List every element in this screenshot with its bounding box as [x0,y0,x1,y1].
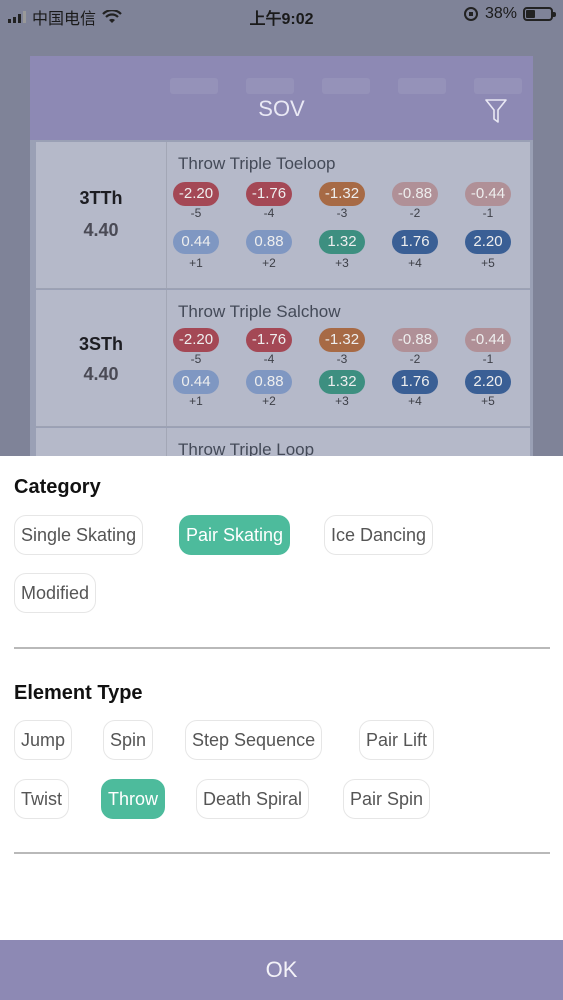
element-base-value: 4.40 [83,220,119,240]
filter-icon[interactable] [485,98,507,124]
goe-level-label: -5 [190,206,202,220]
element-type-title: Element Type [14,682,143,704]
goe-level-label: +3 [335,256,349,270]
goe-level-label: +4 [408,394,422,408]
divider [14,647,550,649]
element-chip-pair-spin[interactable]: Pair Spin [343,779,431,819]
element-chip-step-sequence[interactable]: Step Sequence [185,720,323,760]
status-bar: 中国电信 上午9:02 38% [0,0,563,30]
goe-positive-pill[interactable]: 0.44 [173,370,219,394]
sov-screen-background: SOV 3TTh 4.40 Throw Triple Toeloop -2.20… [30,56,533,469]
goe-negative-pill[interactable]: -1.32 [319,328,365,352]
element-chip-twist[interactable]: Twist [14,779,70,819]
category-chip-single-skating[interactable]: Single Skating [14,515,144,555]
element-chip-jump[interactable]: Jump [14,720,73,760]
goe-negative-pill[interactable]: -0.88 [392,182,438,206]
goe-positive-pill[interactable]: 1.76 [392,370,438,394]
battery-icon [523,7,556,21]
header-tabs [170,78,522,94]
goe-level-label: -5 [190,352,202,366]
goe-positive-pill[interactable]: 0.44 [173,230,219,254]
ok-button[interactable]: OK [0,940,563,1000]
goe-level-label: -4 [263,352,275,366]
element-code: 3TTh [79,188,123,208]
goe-negative-pill[interactable]: -1.76 [246,328,292,352]
goe-positive-pill[interactable]: 0.88 [246,230,292,254]
goe-level-label: -1 [482,352,494,366]
goe-level-label: +5 [481,256,495,270]
status-right: 38% [463,5,556,23]
goe-positive-pill[interactable]: 2.20 [465,230,511,254]
goe-level-label: -3 [336,206,348,220]
goe-level-label: +2 [262,256,276,270]
goe-level-label: -2 [409,206,421,220]
goe-positive-pill[interactable]: 1.32 [319,230,365,254]
battery-percent: 38% [484,5,517,22]
element-chip-spin[interactable]: Spin [103,720,154,760]
element-base-value: 4.40 [83,364,119,384]
goe-level-label: +2 [262,394,276,408]
goe-negative-pill[interactable]: -2.20 [173,182,219,206]
element-code: 3STh [78,334,123,354]
goe-positive-pill[interactable]: 1.32 [319,370,365,394]
goe-level-label: -1 [482,206,494,220]
goe-level-label: -4 [263,206,275,220]
element-chip-pair-lift[interactable]: Pair Lift [359,720,435,760]
goe-negative-pill[interactable]: -0.88 [392,328,438,352]
divider [14,852,550,854]
filter-sheet: Category Single Skating Pair Skating Ice… [0,456,563,1000]
goe-level-label: +3 [335,394,349,408]
goe-level-label: +5 [481,394,495,408]
element-chip-throw[interactable]: Throw [101,779,166,819]
category-chip-pair-skating[interactable]: Pair Skating [179,515,291,555]
goe-negative-pill[interactable]: -2.20 [173,328,219,352]
goe-level-label: +4 [408,256,422,270]
goe-positive-pill[interactable]: 2.20 [465,370,511,394]
goe-level-label: -3 [336,352,348,366]
element-card[interactable]: 3STh 4.40 Throw Triple Salchow -2.20 -5 -1… [36,290,530,427]
goe-negative-pill[interactable]: -1.32 [319,182,365,206]
element-chip-death-spiral[interactable]: Death Spiral [196,779,310,819]
goe-level-label: +1 [189,256,203,270]
sov-title: SOV [258,96,305,121]
category-chip-modified[interactable]: Modified [14,573,97,613]
goe-level-label: +1 [189,394,203,408]
element-card[interactable]: 3TTh 4.40 Throw Triple Toeloop -2.20 -5 -1… [36,142,530,289]
goe-negative-pill[interactable]: -1.76 [246,182,292,206]
goe-negative-pill[interactable]: -0.44 [465,182,511,206]
element-name: Throw Triple Salchow [178,302,341,321]
sov-header: SOV [30,56,533,140]
goe-positive-pill[interactable]: 0.88 [246,370,292,394]
goe-negative-pill[interactable]: -0.44 [465,328,511,352]
category-chip-ice-dancing[interactable]: Ice Dancing [324,515,434,555]
goe-positive-pill[interactable]: 1.76 [392,230,438,254]
category-title: Category [14,476,101,498]
orientation-lock-icon [463,7,478,21]
goe-level-label: -2 [409,352,421,366]
element-name: Throw Triple Toeloop [178,154,336,173]
